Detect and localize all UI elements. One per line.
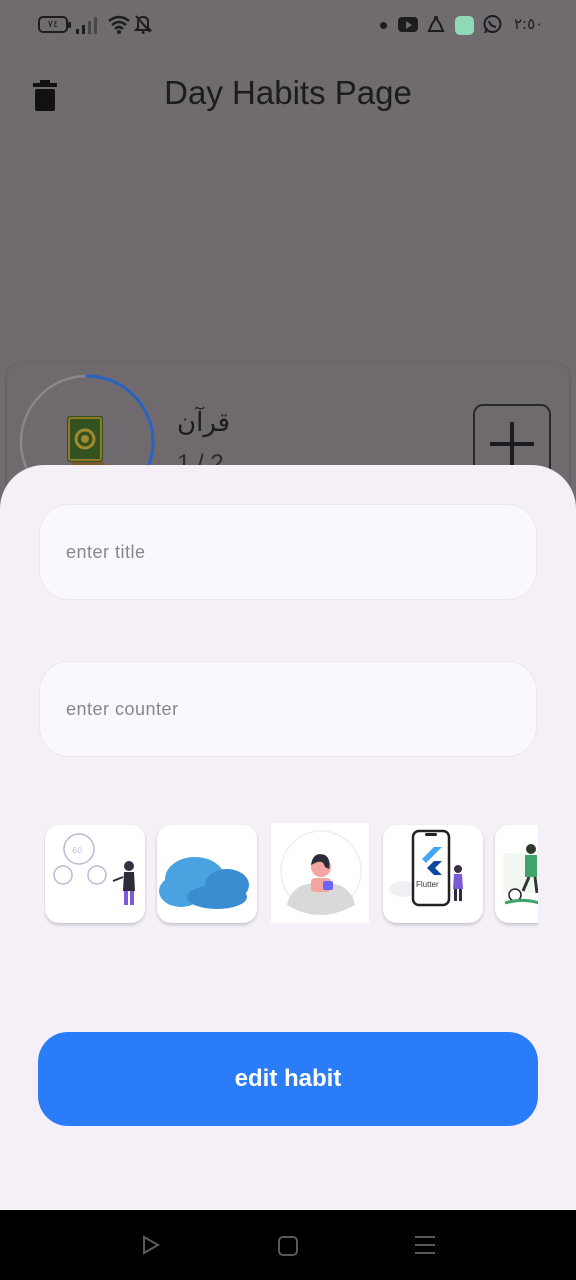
app-icon bbox=[427, 16, 445, 32]
flutter-label: Flutter bbox=[416, 880, 439, 889]
sport-illustration-icon bbox=[503, 844, 538, 905]
home-icon[interactable] bbox=[278, 1236, 298, 1256]
edit-habit-sheet: 60 bbox=[0, 465, 576, 1210]
notification-dot-icon bbox=[380, 22, 387, 29]
clocks-illustration-icon: 60 bbox=[53, 833, 135, 905]
whatsapp-icon bbox=[483, 15, 502, 34]
clock: ٢:٥٠ bbox=[514, 15, 544, 33]
recents-icon[interactable] bbox=[415, 1235, 437, 1255]
image-option-weather[interactable] bbox=[157, 825, 257, 923]
bell-off-icon bbox=[134, 15, 152, 34]
flutter-phone-illustration-icon: Flutter bbox=[389, 829, 463, 907]
wifi-icon bbox=[108, 15, 130, 34]
battery-icon: ٧٤ bbox=[38, 16, 71, 33]
person-reading-illustration-icon bbox=[280, 830, 362, 915]
weather-cloud-moon-illustration-icon bbox=[159, 833, 255, 909]
image-option-person-reading[interactable] bbox=[271, 823, 369, 923]
edit-habit-button[interactable]: edit habit bbox=[38, 1032, 538, 1126]
system-nav-bar bbox=[0, 1210, 576, 1280]
green-app-icon bbox=[455, 16, 474, 35]
page-title: Day Habits Page bbox=[164, 74, 412, 111]
image-picker[interactable]: 60 Flutter bbox=[44, 823, 538, 929]
image-option-flutter[interactable]: Flutter bbox=[383, 825, 483, 923]
image-option-clocks[interactable]: 60 bbox=[45, 825, 145, 923]
counter-input[interactable] bbox=[40, 662, 536, 756]
svg-text:60: 60 bbox=[72, 846, 82, 855]
habit-title: قرآن bbox=[177, 408, 231, 438]
status-bar: ٧٤ ٢:٥٠ bbox=[0, 0, 576, 50]
youtube-icon bbox=[398, 17, 418, 32]
signal-icon bbox=[76, 16, 98, 34]
title-field[interactable] bbox=[39, 504, 537, 600]
title-input[interactable] bbox=[40, 505, 536, 599]
image-option-sport[interactable] bbox=[495, 825, 538, 923]
counter-field[interactable] bbox=[39, 661, 537, 757]
back-icon[interactable] bbox=[141, 1235, 161, 1255]
quran-icon bbox=[67, 416, 105, 468]
